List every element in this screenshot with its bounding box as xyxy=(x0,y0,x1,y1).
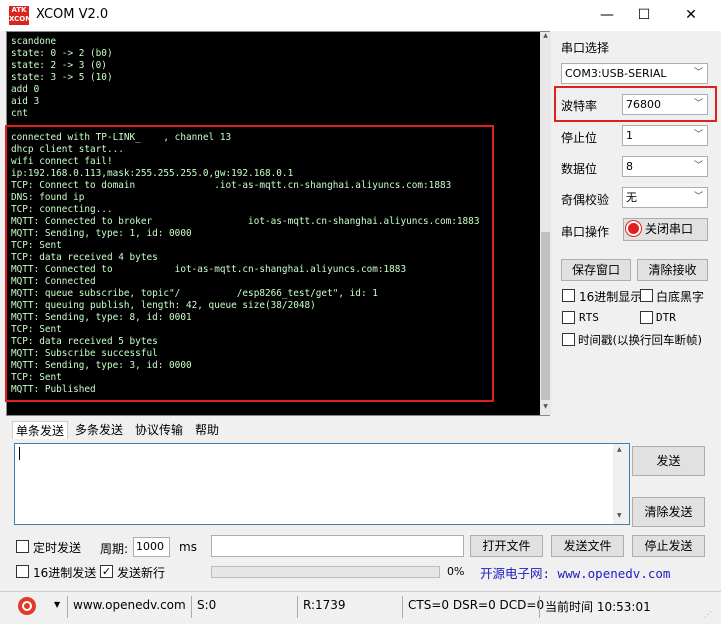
tab-help[interactable]: 帮助 xyxy=(192,421,222,439)
rts-checkbox[interactable] xyxy=(562,311,575,324)
maximize-button[interactable]: ☐ xyxy=(621,0,667,31)
databits-label: 数据位 xyxy=(561,162,598,176)
parity-select[interactable]: 无 ﹀ xyxy=(622,187,708,208)
send-scrollbar[interactable]: ▲ ▼ xyxy=(613,444,629,524)
terminal-line: aid 3 xyxy=(11,96,40,107)
port-label: 串口选择 xyxy=(561,41,610,55)
terminal-scrollbar[interactable]: ▲ ▼ xyxy=(540,32,551,415)
save-window-button[interactable]: 保存窗口 xyxy=(561,259,631,281)
stopbits-select[interactable]: 1 ﹀ xyxy=(622,125,708,146)
parity-label: 奇偶校验 xyxy=(561,193,610,207)
port-select-value: COM3:USB-SERIAL xyxy=(565,67,667,80)
chevron-down-icon: ﹀ xyxy=(693,192,703,202)
hex-send-label: 16进制发送 xyxy=(33,566,97,580)
website-banner[interactable]: 开源电子网: www.openedv.com xyxy=(480,563,670,582)
databits-select[interactable]: 8 ﹀ xyxy=(622,156,708,177)
tab-multi-send[interactable]: 多条发送 xyxy=(72,421,126,439)
stopbits-label: 停止位 xyxy=(561,131,598,145)
rts-label: RTS xyxy=(579,311,599,324)
log-highlight-box xyxy=(5,125,494,402)
scroll-thumb[interactable] xyxy=(541,232,550,400)
period-unit: ms xyxy=(179,540,197,554)
close-button[interactable]: ✕ xyxy=(668,0,714,31)
open-file-button[interactable]: 打开文件 xyxy=(470,535,543,557)
close-port-label: 关闭串口 xyxy=(645,222,694,236)
chevron-down-icon: ﹀ xyxy=(693,161,703,171)
baud-select[interactable]: 76800 ﹀ xyxy=(622,94,708,115)
app-logo-icon: ATK XCOM xyxy=(9,6,33,25)
timestamp-label: 时间戳(以换行回车断帧) xyxy=(578,333,702,347)
dtr-label: DTR xyxy=(656,311,676,324)
port-select[interactable]: COM3:USB-SERIAL ﹀ xyxy=(561,63,708,84)
send-file-button[interactable]: 发送文件 xyxy=(551,535,624,557)
chevron-down-icon: ﹀ xyxy=(693,130,703,140)
parity-select-value: 无 xyxy=(626,191,637,204)
status-bar: ▼ www.openedv.com S:0 R:1739 CTS=0 DSR=0… xyxy=(0,591,721,624)
hex-display-label: 16进制显示 xyxy=(579,290,643,304)
terminal-line: add 0 xyxy=(11,84,40,95)
scroll-up-icon[interactable]: ▲ xyxy=(617,446,622,453)
newline-checkbox[interactable]: ✓ xyxy=(100,565,113,578)
text-cursor xyxy=(19,447,20,460)
power-icon[interactable] xyxy=(18,597,36,615)
scroll-down-icon[interactable]: ▼ xyxy=(617,512,622,519)
timed-send-label: 定时发送 xyxy=(33,541,82,555)
baud-label: 波特率 xyxy=(561,99,598,113)
timestamp-checkbox[interactable] xyxy=(562,333,575,346)
dropdown-arrow-icon[interactable]: ▼ xyxy=(54,600,60,609)
status-sent-count: S:0 xyxy=(197,598,217,612)
clear-send-button[interactable]: 清除发送 xyxy=(632,497,705,527)
period-input[interactable]: 1000 xyxy=(133,537,170,557)
status-website[interactable]: www.openedv.com xyxy=(73,598,186,612)
operation-label: 串口操作 xyxy=(561,225,610,239)
white-bg-checkbox[interactable] xyxy=(640,289,653,302)
terminal-line: scandone xyxy=(11,36,57,47)
window-title: XCOM V2.0 xyxy=(36,7,109,22)
progress-text: 0% xyxy=(447,565,465,578)
chevron-down-icon: ﹀ xyxy=(693,68,703,78)
terminal-line: state: 0 -> 2 (b0) xyxy=(11,48,113,59)
send-input[interactable]: ▲ ▼ xyxy=(14,443,630,525)
status-received-count: R:1739 xyxy=(303,598,346,612)
terminal-line: state: 3 -> 5 (10) xyxy=(11,72,113,83)
hex-display-checkbox[interactable] xyxy=(562,289,575,302)
chevron-down-icon: ﹀ xyxy=(693,99,703,109)
stop-send-button[interactable]: 停止发送 xyxy=(632,535,705,557)
scroll-up-icon[interactable]: ▲ xyxy=(540,32,551,44)
hex-send-checkbox[interactable] xyxy=(16,565,29,578)
record-icon xyxy=(628,223,639,234)
file-path-field[interactable] xyxy=(211,535,464,557)
newline-label: 发送新行 xyxy=(117,566,166,580)
stopbits-select-value: 1 xyxy=(626,129,633,142)
scroll-down-icon[interactable]: ▼ xyxy=(540,403,551,415)
progress-bar xyxy=(211,566,440,578)
close-port-button[interactable]: 关闭串口 xyxy=(623,218,708,241)
timed-send-checkbox[interactable] xyxy=(16,540,29,553)
tab-single-send[interactable]: 单条发送 xyxy=(12,421,69,439)
terminal-line: state: 2 -> 3 (0) xyxy=(11,60,107,71)
period-label: 周期: xyxy=(100,542,129,556)
white-bg-label: 白底黑字 xyxy=(656,290,705,304)
status-signals: CTS=0 DSR=0 DCD=0 xyxy=(408,598,545,612)
resize-grip-icon[interactable]: ⋰ xyxy=(704,610,712,619)
tab-protocol[interactable]: 协议传输 xyxy=(132,421,186,439)
databits-select-value: 8 xyxy=(626,160,633,173)
clear-receive-button[interactable]: 清除接收 xyxy=(637,259,708,281)
dtr-checkbox[interactable] xyxy=(640,311,653,324)
baud-select-value: 76800 xyxy=(626,98,661,111)
send-button[interactable]: 发送 xyxy=(632,446,705,476)
terminal-line: cnt xyxy=(11,108,28,119)
status-time: 当前时间 10:53:01 xyxy=(545,600,651,614)
title-bar: ATK XCOM XCOM V2.0 — ☐ ✕ xyxy=(0,0,721,31)
